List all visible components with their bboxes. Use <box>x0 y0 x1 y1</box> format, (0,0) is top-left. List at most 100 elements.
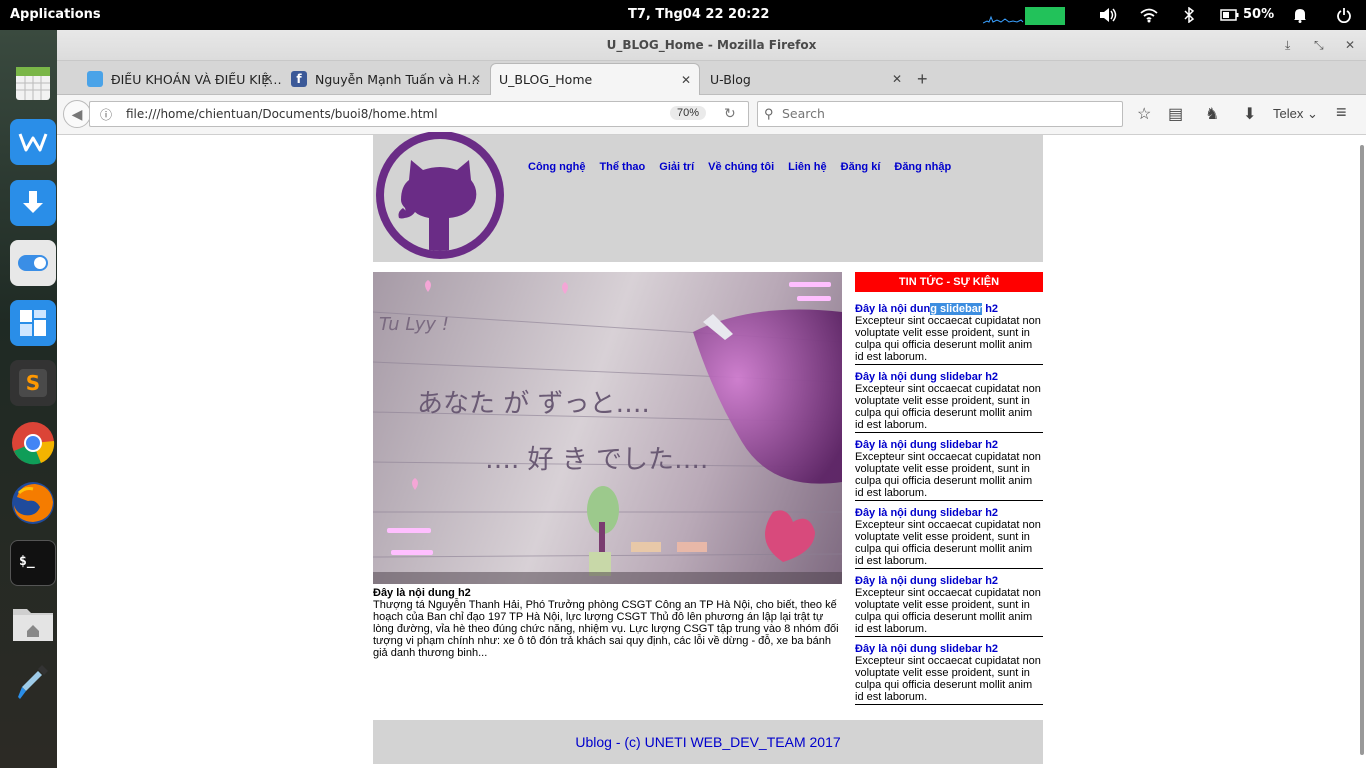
facebook-icon: f <box>291 71 307 87</box>
main-article-title: Đây là nội dung h2 <box>373 587 471 599</box>
bookmark-star-icon[interactable]: ☆ <box>1137 104 1151 124</box>
sidebar-item-text: Excepteur sint occaecat cupidatat non vo… <box>855 655 1041 703</box>
battery-percentage: 50% <box>1243 7 1275 22</box>
sidebar-item-text: Excepteur sint occaecat cupidatat non vo… <box>855 587 1041 635</box>
system-clock[interactable]: T7, Thg04 22 20:22 <box>628 7 769 22</box>
search-bar[interactable]: ⚲ <box>757 101 1123 127</box>
nav-link-the-thao[interactable]: Thể thao <box>599 161 645 173</box>
url-text[interactable]: file:///home/chientuan/Documents/buoi8/h… <box>126 107 438 121</box>
sidebar-item-text: Excepteur sint occaecat cupidatat non vo… <box>855 383 1041 431</box>
menu-icon[interactable]: ≡ <box>1336 102 1347 123</box>
sidebar-item: Đây là nội dung slidebar h2 Excepteur si… <box>855 507 1043 569</box>
sidebar-item-title[interactable]: Đây là nội dung slidebar h2 <box>855 371 1043 383</box>
new-tab-icon[interactable]: + <box>917 69 928 90</box>
nav-link-cong-nghe[interactable]: Công nghệ <box>528 161 585 173</box>
notification-bell-icon[interactable] <box>1292 5 1308 25</box>
terminal-icon[interactable]: $_ <box>10 540 56 586</box>
svg-text:$_: $_ <box>19 554 35 569</box>
nav-link-giai-tri[interactable]: Giải trí <box>659 161 694 173</box>
svg-text:S: S <box>26 371 40 395</box>
nav-link-lien-he[interactable]: Liên hệ <box>788 161 827 173</box>
close-tab-icon[interactable]: ✕ <box>471 72 481 86</box>
sidebar-item: Đây là nội dung slidebar h2 Excepteur si… <box>855 643 1043 705</box>
sidebar-item-text: Excepteur sint occaecat cupidatat non vo… <box>855 519 1041 567</box>
applications-menu[interactable]: Applications <box>10 7 101 22</box>
nav-link-dang-nhap[interactable]: Đăng nhập <box>894 161 951 173</box>
reading-list-icon[interactable]: ▤ <box>1168 104 1183 124</box>
application-dock: S $_ <box>0 30 57 768</box>
github-octocat-logo[interactable] <box>373 132 507 262</box>
close-window-icon[interactable]: ✕ <box>1345 38 1355 52</box>
site-info-icon[interactable]: ⓘ <box>100 106 112 123</box>
tab-ublog[interactable]: U-Blog ✕ <box>702 63 910 95</box>
main-article-text: Thượng tá Nguyễn Thanh Hải, Phó Trưởng p… <box>373 599 839 659</box>
volume-icon[interactable] <box>1098 5 1118 25</box>
tab-ublog-home[interactable]: U_BLOG_Home ✕ <box>490 63 700 95</box>
chrome-icon[interactable] <box>10 420 56 466</box>
sidebar-title: TIN TỨC - SỰ KIỆN <box>855 272 1043 292</box>
sidebar-item-title[interactable]: Đây là nội dung slidebar h2 <box>855 303 1043 315</box>
sidebar-item: Đây là nội dung slidebar h2 Excepteur si… <box>855 371 1043 433</box>
zoom-level[interactable]: 70% <box>670 106 707 120</box>
minimize-icon[interactable]: ⤓ <box>1285 38 1290 53</box>
search-input[interactable] <box>782 106 1112 121</box>
hero-illustration: Tu Lyy ! あなた が ずっと…. …. 好 き でした…. <box>373 280 842 584</box>
close-tab-icon[interactable]: ✕ <box>263 72 273 86</box>
sublime-text-icon[interactable]: S <box>10 360 56 406</box>
system-top-bar: Applications T7, Thg04 22 20:22 50% <box>0 0 1366 30</box>
sidebar-item-title[interactable]: Đây là nội dung slidebar h2 <box>855 507 1043 519</box>
hero-line-2: …. 好 き でした…. <box>485 445 708 475</box>
nav-link-dang-ki[interactable]: Đăng kí <box>841 161 881 173</box>
tab-facebook[interactable]: f Nguyễn Mạnh Tuấn và H… ✕ <box>283 63 489 95</box>
calendar-app-icon[interactable] <box>10 60 56 106</box>
sidebar-item-text: Excepteur sint occaecat cupidatat non vo… <box>855 315 1041 363</box>
sidebar-item-text: Excepteur sint occaecat cupidatat non vo… <box>855 451 1041 499</box>
home-folder-icon[interactable] <box>10 600 56 646</box>
blog-page: Công nghệ Thể thao Giải trí Về chúng tôi… <box>373 132 1043 764</box>
reload-icon[interactable]: ↻ <box>724 105 736 122</box>
navigation-toolbar: ◀ ⓘ file:///home/chientuan/Documents/buo… <box>57 95 1366 135</box>
footer-text[interactable]: Ublog - (c) UNETI WEB_DEV_TEAM 2017 <box>575 734 840 750</box>
hero-line-1: あなた が ずっと…. <box>417 389 650 419</box>
settings-toggle-icon[interactable] <box>10 240 56 286</box>
url-bar[interactable]: ⓘ file:///home/chientuan/Documents/buoi8… <box>89 101 749 127</box>
downloader-icon[interactable] <box>10 180 56 226</box>
bluetooth-icon[interactable] <box>1183 5 1195 25</box>
wifi-icon[interactable] <box>1140 5 1158 25</box>
close-tab-icon[interactable]: ✕ <box>681 73 691 87</box>
ime-selector[interactable]: Telex ⌄ <box>1273 106 1318 122</box>
color-picker-icon[interactable] <box>10 660 56 706</box>
scrollbar[interactable] <box>1360 145 1364 755</box>
window-titlebar: U_BLOG_Home - Mozilla Firefox ⤓ ⤡ ✕ <box>57 30 1366 61</box>
tab-terms[interactable]: ĐIỀU KHOẢN VÀ ĐIỀU KIỆ… ✕ <box>79 63 281 95</box>
peace-icon <box>87 71 103 87</box>
main-nav: Công nghệ Thể thao Giải trí Về chúng tôi… <box>528 161 951 173</box>
window-title: U_BLOG_Home - Mozilla Firefox <box>606 38 817 52</box>
workspace-icon[interactable] <box>10 300 56 346</box>
search-icon: ⚲ <box>764 106 774 121</box>
close-tab-icon[interactable]: ✕ <box>892 72 902 86</box>
text-selection: g slidebar <box>930 303 983 315</box>
sidebar-item-title[interactable]: Đây là nội dung slidebar h2 <box>855 643 1043 655</box>
back-arrow-icon[interactable]: ◀ <box>63 100 91 128</box>
main-content: Tu Lyy ! あなた が ずっと…. …. 好 き でした…. Đây là… <box>373 272 842 659</box>
restore-icon[interactable]: ⤡ <box>1314 38 1324 53</box>
page-header: Công nghệ Thể thao Giải trí Về chúng tôi… <box>373 132 1043 262</box>
sidebar-item: Đây là nội dung slidebar h2 Excepteur si… <box>855 575 1043 637</box>
extension-icon[interactable]: ♞ <box>1205 104 1219 124</box>
downloads-icon[interactable]: ⬇ <box>1243 104 1256 124</box>
firefox-icon[interactable] <box>10 480 56 526</box>
wps-writer-icon[interactable] <box>10 119 56 165</box>
sidebar: TIN TỨC - SỰ KIỆN Đây là nội dung slideb… <box>855 272 1043 705</box>
nav-link-ve-chung-toi[interactable]: Về chúng tôi <box>708 161 774 173</box>
sidebar-item: Đây là nội dung slidebar h2 Excepteur si… <box>855 303 1043 365</box>
page-viewport: Công nghệ Thể thao Giải trí Về chúng tôi… <box>57 132 1366 768</box>
sidebar-item: Đây là nội dung slidebar h2 Excepteur si… <box>855 439 1043 501</box>
sidebar-item-title[interactable]: Đây là nội dung slidebar h2 <box>855 439 1043 451</box>
system-monitor-graph[interactable] <box>983 5 1065 25</box>
page-footer: Ublog - (c) UNETI WEB_DEV_TEAM 2017 <box>373 720 1043 764</box>
battery-icon[interactable] <box>1220 5 1240 25</box>
tab-bar: ĐIỀU KHOẢN VÀ ĐIỀU KIỆ… ✕ f Nguyễn Mạnh … <box>57 61 1366 95</box>
power-icon[interactable] <box>1336 5 1352 25</box>
sidebar-item-title[interactable]: Đây là nội dung slidebar h2 <box>855 575 1043 587</box>
